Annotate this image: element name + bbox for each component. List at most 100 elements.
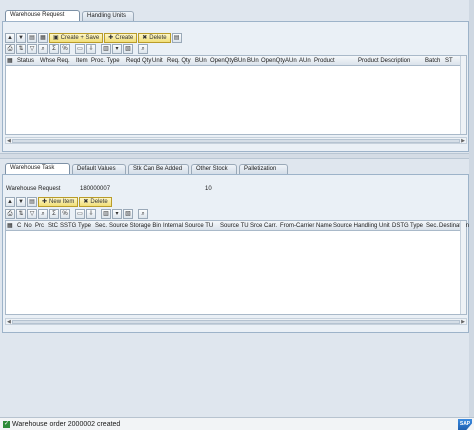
more-icon[interactable]: ▤ xyxy=(171,32,182,43)
col-openqtybun[interactable]: OpenQtyBUn xyxy=(210,57,246,65)
print-icon[interactable]: ⎙ xyxy=(5,43,15,54)
tab-palletization[interactable]: Palletization xyxy=(239,164,288,174)
details-icon[interactable]: ▤ xyxy=(27,32,37,43)
select-all-icon[interactable]: ▦ xyxy=(7,222,13,230)
tab-other-stock[interactable]: Other Stock xyxy=(191,164,237,174)
details-icon[interactable]: ▤ xyxy=(27,196,37,207)
col-batch[interactable]: Batch xyxy=(425,57,440,65)
arrow-up-icon[interactable]: ▲ xyxy=(5,32,15,43)
create-button[interactable]: ✚ Create xyxy=(104,32,138,43)
sort-icon[interactable]: ⇅ xyxy=(16,43,26,54)
graphic-icon[interactable]: ▧ xyxy=(123,43,133,54)
col-status[interactable]: Status xyxy=(17,57,34,65)
sum-icon[interactable]: Σ xyxy=(49,208,59,219)
find-icon[interactable]: ⌕ xyxy=(38,43,48,54)
success-check-icon: ✓ xyxy=(3,421,10,428)
sort-icon[interactable]: ⇅ xyxy=(16,208,26,219)
subtotal-icon[interactable]: % xyxy=(60,43,70,54)
horizontal-scrollbar[interactable]: ◀ ▶ xyxy=(5,137,467,144)
layout-icon[interactable]: ▥ xyxy=(101,208,111,219)
select-all-icon[interactable]: ▦ xyxy=(38,32,48,43)
print-preview-icon[interactable]: ▭ xyxy=(75,43,85,54)
col-internal-source-tu[interactable]: Internal Source TU xyxy=(163,222,213,230)
col-bun-2[interactable]: BUn xyxy=(247,57,259,65)
vertical-scrollbar[interactable] xyxy=(460,56,466,134)
col-from-carrier-name[interactable]: From-Carrier Name xyxy=(280,222,332,230)
export-icon[interactable]: ⇩ xyxy=(86,208,96,219)
col-reqd-qty[interactable]: Reqd Qty xyxy=(126,57,151,65)
warehouse-task-box: Warehouse Request 180000007 10 ▲ ▼ ▤ ✚ Ne… xyxy=(2,174,469,333)
create-icon: ✚ xyxy=(42,198,48,205)
top-toolbar-row2: ⎙ ⇅ ▽ ⌕ Σ % ▭ ⇩ ▥ ▾ ▧ ⌕ xyxy=(5,43,148,54)
layout-dropdown-icon[interactable]: ▾ xyxy=(112,43,122,54)
print-icon[interactable]: ⎙ xyxy=(5,208,15,219)
vertical-scrollbar[interactable] xyxy=(460,221,466,314)
delete-task-label: Delete xyxy=(90,198,108,205)
info-icon[interactable]: ⌕ xyxy=(138,208,148,219)
col-product-description[interactable]: Product Description xyxy=(358,57,410,65)
select-all-icon[interactable]: ▦ xyxy=(7,57,13,65)
tab-handling-units[interactable]: Handling Units xyxy=(82,11,134,21)
scroll-thumb[interactable] xyxy=(12,139,460,143)
col-product[interactable]: Product xyxy=(314,57,335,65)
tab-default-values[interactable]: Default Values xyxy=(72,164,126,174)
delete-button[interactable]: ✖ Delete xyxy=(138,32,171,43)
arrow-down-icon[interactable]: ▼ xyxy=(16,196,26,207)
export-icon[interactable]: ⇩ xyxy=(86,43,96,54)
col-bun[interactable]: BUn xyxy=(195,57,207,65)
col-sec[interactable]: Sec. xyxy=(95,222,107,230)
col-source-tu[interactable]: Source TU xyxy=(220,222,249,230)
arrow-down-icon[interactable]: ▼ xyxy=(16,32,26,43)
col-aun[interactable]: AUn xyxy=(299,57,311,65)
delete-icon: ✖ xyxy=(83,198,89,205)
col-req-qty[interactable]: Req. Qty xyxy=(167,57,191,65)
scroll-right-icon[interactable]: ▶ xyxy=(461,319,465,325)
info-icon[interactable]: ⌕ xyxy=(138,43,148,54)
panel-splitter[interactable] xyxy=(0,153,474,159)
filter-icon[interactable]: ▽ xyxy=(27,43,37,54)
create-icon: ✚ xyxy=(108,34,114,41)
horizontal-scrollbar[interactable]: ◀ ▶ xyxy=(5,318,467,325)
col-proc-type[interactable]: Proc. Type xyxy=(91,57,120,65)
tab-warehouse-task[interactable]: Warehouse Task xyxy=(5,163,70,174)
scroll-thumb[interactable] xyxy=(12,320,460,324)
find-icon[interactable]: ⌕ xyxy=(38,208,48,219)
col-source-storage-bin[interactable]: Source Storage Bin xyxy=(109,222,161,230)
col-whse-req[interactable]: Whse Req. xyxy=(40,57,70,65)
print-preview-icon[interactable]: ▭ xyxy=(75,208,85,219)
warehouse-request-item: 10 xyxy=(205,186,212,192)
sum-icon[interactable]: Σ xyxy=(49,43,59,54)
scroll-right-icon[interactable]: ▶ xyxy=(461,138,465,144)
layout-dropdown-icon[interactable]: ▾ xyxy=(112,208,122,219)
col-source-handling-unit[interactable]: Source Handling Unit xyxy=(333,222,390,230)
arrow-up-icon[interactable]: ▲ xyxy=(5,196,15,207)
scroll-left-icon[interactable]: ◀ xyxy=(7,319,11,325)
delete-task-button[interactable]: ✖ Delete xyxy=(79,196,112,207)
col-item[interactable]: Item xyxy=(76,57,88,65)
col-stc[interactable]: StC xyxy=(48,222,58,230)
col-no[interactable]: No xyxy=(24,222,32,230)
subtotal-icon[interactable]: % xyxy=(60,208,70,219)
layout-icon[interactable]: ▥ xyxy=(101,43,111,54)
tab-stk-can-be-added[interactable]: Stk Can Be Added xyxy=(128,164,189,174)
col-unit[interactable]: Unit xyxy=(152,57,163,65)
status-message[interactable]: Warehouse order 2000002 created xyxy=(12,420,120,429)
col-sstg[interactable]: SSTG xyxy=(60,222,76,230)
delete-label: Delete xyxy=(149,34,167,41)
graphic-icon[interactable]: ▧ xyxy=(123,208,133,219)
col-openqtyaun[interactable]: OpenQtyAUn xyxy=(261,57,297,65)
tab-warehouse-request[interactable]: Warehouse Request xyxy=(5,10,80,21)
col-type-2[interactable]: Type xyxy=(410,222,423,230)
col-sec-2[interactable]: Sec. xyxy=(426,222,438,230)
col-prc[interactable]: Prc xyxy=(35,222,44,230)
col-c[interactable]: C xyxy=(17,222,21,230)
col-st[interactable]: ST xyxy=(445,57,453,65)
scroll-left-icon[interactable]: ◀ xyxy=(7,138,11,144)
col-type[interactable]: Type xyxy=(78,222,91,230)
create-save-button[interactable]: ▣ Create + Save xyxy=(49,32,104,43)
col-srce-carr[interactable]: Srce Carr. xyxy=(250,222,277,230)
warehouse-task-table: ▦ C No Prc StC SSTG Type Sec. Source Sto… xyxy=(5,220,469,315)
col-dstg[interactable]: DSTG xyxy=(392,222,409,230)
new-item-button[interactable]: ✚ New Item xyxy=(38,196,79,207)
filter-icon[interactable]: ▽ xyxy=(27,208,37,219)
